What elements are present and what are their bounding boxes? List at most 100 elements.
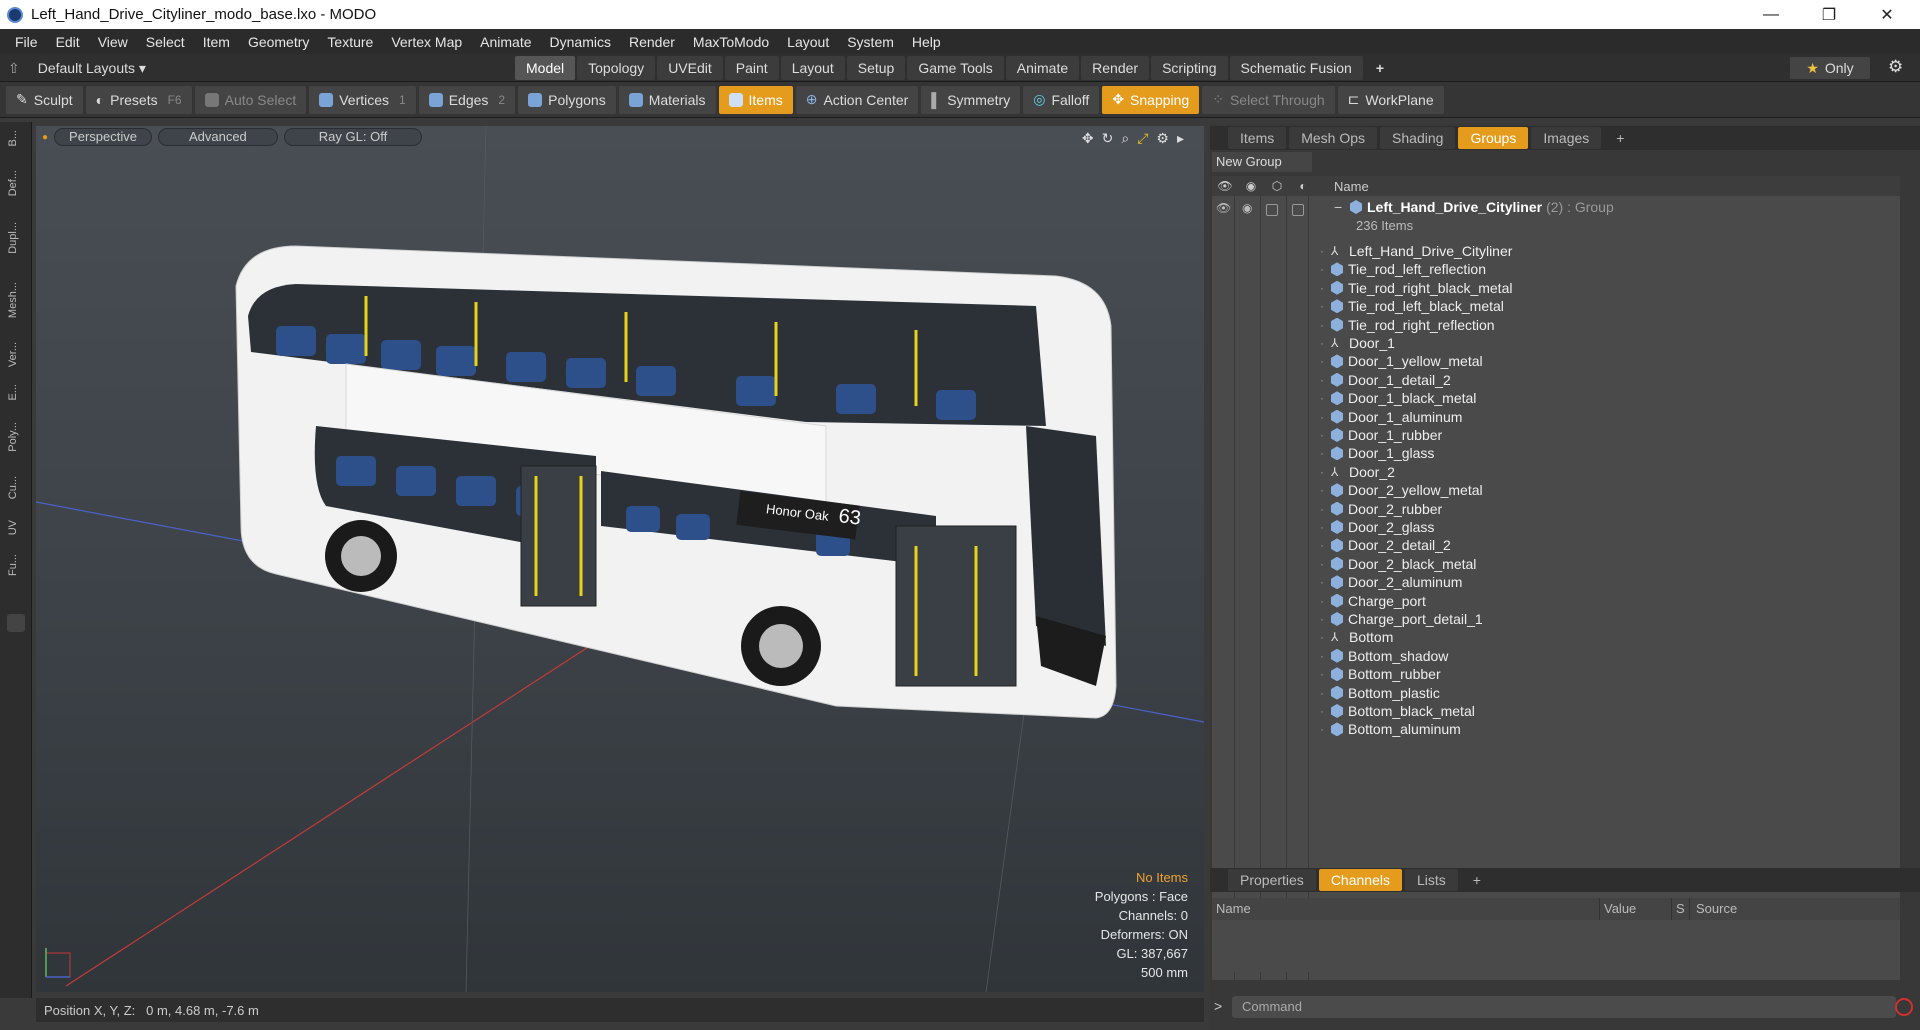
lock-checkbox[interactable] [1266,204,1278,216]
zoom-icon[interactable]: ⌕ [1121,130,1129,147]
tab-model[interactable]: Model [515,56,576,80]
only-toggle[interactable]: ★ Only [1790,57,1870,79]
tab-schematic-fusion[interactable]: Schematic Fusion [1229,56,1363,80]
gear-icon[interactable]: ⚙ [1888,57,1903,77]
bus-model[interactable] [235,245,1117,719]
menu-render[interactable]: Render [620,34,684,50]
tab-images[interactable]: Images [1531,127,1602,149]
polygons-button[interactable]: Polygons [518,85,616,114]
3d-viewport[interactable]: Honor Oak 63 ● Perspective Advanced Ray … [36,126,1204,992]
snapping-button[interactable]: ✥ Snapping [1102,85,1200,114]
tab-lists[interactable]: Lists [1404,869,1458,891]
menu-select[interactable]: Select [137,34,194,50]
record-icon[interactable] [1895,998,1913,1016]
tab-groups[interactable]: Groups [1458,127,1529,149]
menu-maxtomodo[interactable]: MaxToModo [684,34,778,50]
add-lower-tab-button[interactable]: + [1461,869,1493,891]
symmetry-button[interactable]: ▌ Symmetry [921,85,1021,114]
select-checkbox[interactable] [1292,204,1304,216]
left-tab-duplicate[interactable]: Dupl... [7,222,25,254]
auto-select-button[interactable]: Auto Select [194,85,307,114]
window-title: Left_Hand_Drive_Cityliner_modo_base.lxo … [31,6,377,23]
viewport-menu-dot-icon[interactable]: ● [42,132,48,143]
left-tab-fusion[interactable]: Fu... [7,554,25,576]
tree-branch-icon: · [1320,593,1324,608]
add-tab-button[interactable]: + [1365,56,1395,80]
maximize-button[interactable]: ❐ [1800,0,1858,29]
menu-geometry[interactable]: Geometry [239,34,318,50]
visibility-eye-icon[interactable]: 👁 [1216,201,1231,215]
tab-items[interactable]: Items [1228,127,1287,149]
tab-render[interactable]: Render [1081,56,1150,80]
presets-button[interactable]: ◐ Presets F6 [85,85,192,114]
presets-icon: ◐ [95,91,105,108]
layouts-selector[interactable]: ⇧ Default Layouts ▾ [8,57,146,79]
tree-item-name: Door_1_glass [1348,445,1435,462]
workplane-button[interactable]: ⊏ WorkPlane [1337,85,1444,114]
menu-item[interactable]: Item [194,34,239,50]
select-through-button[interactable]: ⁘ Select Through [1202,85,1335,114]
collapse-icon[interactable]: − [1334,199,1342,215]
advanced-menu[interactable]: Advanced [157,128,278,146]
menu-layout[interactable]: Layout [778,34,838,50]
menu-animate[interactable]: Animate [471,34,540,50]
perspective-menu[interactable]: Perspective [54,128,152,146]
bus-destination-text: Honor Oak [765,501,830,524]
tab-game-tools[interactable]: Game Tools [907,56,1004,80]
channels-list[interactable] [1212,920,1900,972]
tab-animate[interactable]: Animate [1005,56,1080,80]
tab-topology[interactable]: Topology [577,56,656,80]
rotate-icon[interactable]: ↻ [1102,130,1114,147]
menu-vertex-map[interactable]: Vertex Map [382,34,471,50]
menu-dynamics[interactable]: Dynamics [541,34,620,50]
mesh-icon [1331,483,1343,498]
ray-gl-toggle[interactable]: Ray GL: Off [283,128,423,146]
tab-uvedit[interactable]: UVEdit [657,56,723,80]
pan-icon[interactable]: ✥ [1082,130,1094,147]
items-button[interactable]: Items [718,85,793,114]
left-tab-uv[interactable]: UV [7,520,25,535]
tab-scripting[interactable]: Scripting [1151,56,1228,80]
command-input[interactable]: Command [1232,996,1896,1018]
vertices-button[interactable]: Vertices 1 [309,85,416,114]
action-center-button[interactable]: ⊕ Action Center [795,85,919,114]
polygons-mode-label: Polygons : Face [1094,889,1188,904]
tab-channels[interactable]: Channels [1318,869,1402,891]
group-row[interactable]: 👁 ◉ − Left_Hand_Drive_Cityliner (2) : Gr… [1212,196,1900,218]
add-panel-tab-button[interactable]: + [1604,127,1636,149]
menu-file[interactable]: File [6,34,47,50]
tab-paint[interactable]: Paint [724,56,779,80]
tree-item-name: Door_2_detail_2 [1348,537,1451,554]
sculpt-button[interactable]: ✎ Sculpt [6,85,83,114]
new-group-button[interactable]: New Group [1212,152,1312,172]
left-tab-vertex[interactable]: Ver... [7,342,25,367]
tab-layout[interactable]: Layout [780,56,845,80]
viewport-expand-icon[interactable]: ▸ [1177,130,1184,147]
tab-setup[interactable]: Setup [846,56,906,80]
left-tab-deform[interactable]: Def... [7,170,25,196]
tree-item-row[interactable]: · Bottom_aluminum [1320,718,1461,740]
materials-button[interactable]: Materials [618,85,716,114]
menu-texture[interactable]: Texture [318,34,382,50]
tab-properties[interactable]: Properties [1228,869,1316,891]
left-tab-curve[interactable]: Cu... [7,476,25,499]
tree-branch-icon: · [1320,722,1324,737]
menu-view[interactable]: View [89,34,137,50]
viewport-settings-icon[interactable]: ⚙ [1156,130,1169,147]
left-strip-toggle[interactable] [7,614,25,632]
fit-icon[interactable]: ⤢ [1137,130,1148,147]
left-tab-mesh[interactable]: Mesh... [7,282,25,318]
close-button[interactable]: ✕ [1858,0,1916,29]
left-tab-edge[interactable]: E... [7,384,25,401]
falloff-button[interactable]: ◎ Falloff [1023,85,1100,114]
render-toggle-icon[interactable]: ◉ [1242,201,1252,215]
menu-help[interactable]: Help [903,34,950,50]
tab-mesh-ops[interactable]: Mesh Ops [1289,127,1378,149]
menu-system[interactable]: System [838,34,903,50]
left-tab-polygon[interactable]: Poly... [7,422,25,452]
minimize-button[interactable]: — [1742,0,1800,29]
tab-shading[interactable]: Shading [1380,127,1456,149]
menu-edit[interactable]: Edit [47,34,89,50]
edges-button[interactable]: Edges 2 [418,85,516,114]
left-tab-basic[interactable]: B... [7,130,25,147]
